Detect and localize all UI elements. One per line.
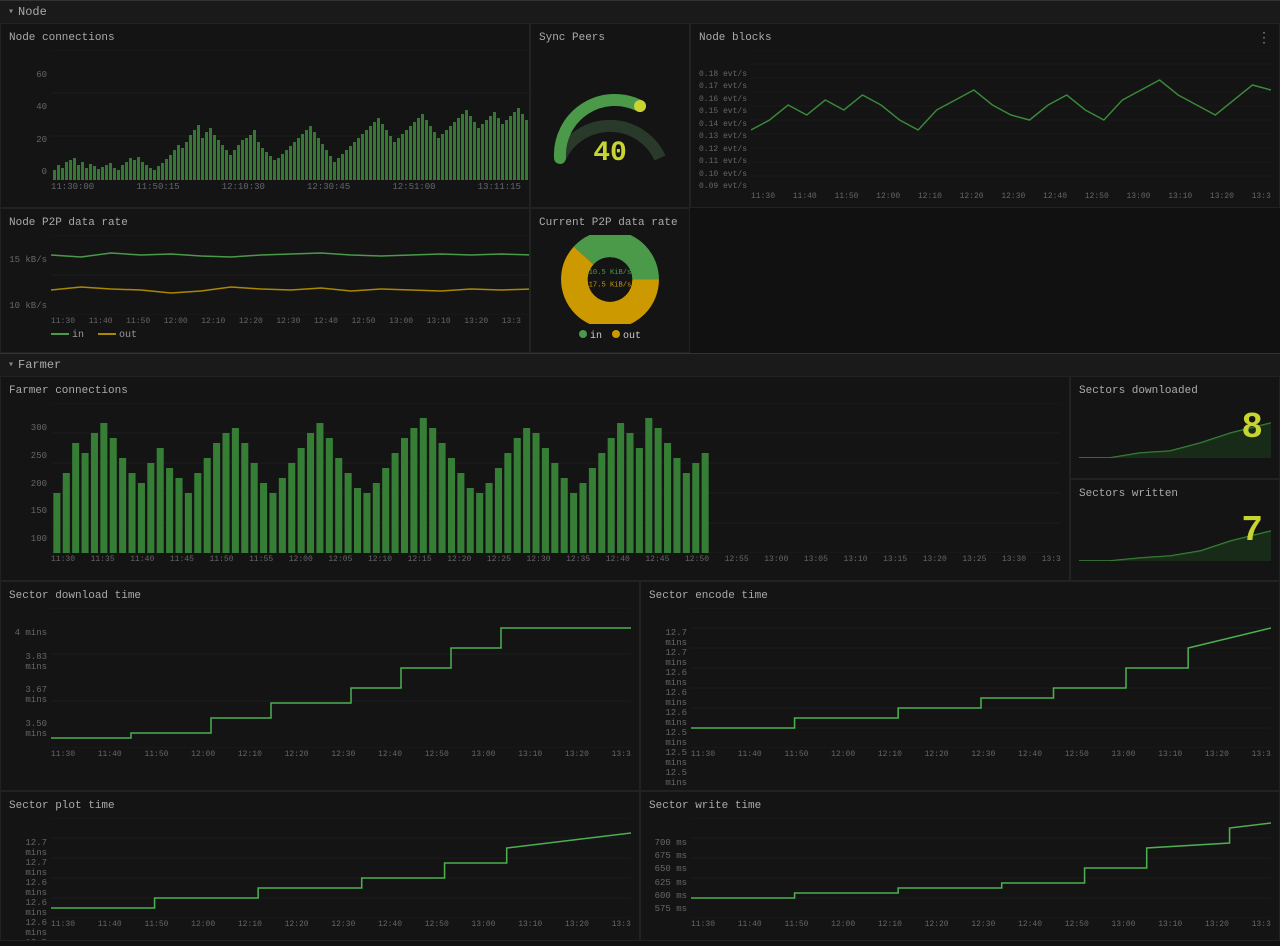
node-p2p-chart: 15 kB/s 10 kB/s 11:30 11:40 11:50 12: xyxy=(9,235,521,341)
sector-write-time-title: Sector write time xyxy=(649,800,1271,812)
sector-plot-time-svg xyxy=(51,818,631,918)
node-connections-svg xyxy=(51,50,530,180)
sector-encode-time-svg-wrap xyxy=(691,608,1271,748)
node-p2p-svg xyxy=(51,235,530,315)
node-p2p-panel: Node P2P data rate 15 kB/s 10 kB/s 11:30 xyxy=(0,208,530,353)
farmer-connections-chart: 300 250 200 150 100 xyxy=(9,403,1061,564)
node-blocks-chart: 0.18 evt/s 0.17 evt/s 0.16 evt/s 0.15 ev… xyxy=(699,50,1271,201)
sector-write-time-y-labels: 700 ms 675 ms 650 ms 625 ms 600 ms 575 m… xyxy=(649,838,691,914)
farmer-connections-svg-wrap xyxy=(51,403,1061,553)
svg-text:10.5 KiB/s: 10.5 KiB/s xyxy=(589,269,632,277)
sector-download-time-chart: 4 mins 3.83 mins 3.67 mins 3.50 mins 11:… xyxy=(9,608,631,759)
current-p2p-pie: 10.5 KiB/s 17.5 KiB/s in out xyxy=(539,235,681,342)
sector-plot-time-y-labels: 12.7 mins 12.7 mins 12.6 mins 12.6 mins … xyxy=(9,838,51,914)
node-blocks-panel: Node blocks ⋮ 0.18 evt/s 0.17 evt/s 0.16… xyxy=(690,23,1280,208)
farmer-row-2: Sector download time 4 mins 3.83 mins 3.… xyxy=(0,581,1280,791)
sector-download-time-title: Sector download time xyxy=(9,590,631,602)
node-p2p-svg-wrap xyxy=(51,235,521,315)
current-p2p-legend: in out xyxy=(579,330,641,342)
sector-write-time-svg xyxy=(691,818,1271,918)
sector-download-time-x-labels: 11:30 11:40 11:50 12:00 12:10 12:20 12:3… xyxy=(9,750,631,759)
sectors-written-title: Sectors written xyxy=(1079,488,1271,500)
node-connections-x-labels: 11:30:00 11:50:15 12:10:30 12:30:45 12:5… xyxy=(9,182,521,192)
sector-encode-time-svg xyxy=(691,608,1271,748)
sector-write-time-svg-wrap xyxy=(691,818,1271,918)
more-button[interactable]: ⋮ xyxy=(1257,30,1271,47)
node-connections-chart: 60 40 20 0 xyxy=(9,50,521,192)
sector-download-time-svg-wrap xyxy=(51,608,631,748)
node-section-header: ▾ Node xyxy=(0,0,1280,23)
sector-encode-time-panel: Sector encode time 12.7 mins 12.7 mins 1… xyxy=(640,581,1280,791)
node-connections-y-labels: 60 40 20 0 xyxy=(9,70,51,177)
farmer-connections-x-labels: 11:30 11:35 11:40 11:45 11:50 11:55 12:0… xyxy=(9,555,1061,564)
sector-plot-time-panel: Sector plot time 12.7 mins 12.7 mins 12.… xyxy=(0,791,640,941)
node-p2p-legend: in out xyxy=(9,330,521,341)
current-p2p-panel: Current P2P data rate 10.5 KiB/s 17.5 Ki… xyxy=(530,208,690,353)
sectors-downloaded-value: 8 xyxy=(1241,407,1263,448)
node-p2p-title: Node P2P data rate xyxy=(9,217,521,229)
sectors-downloaded-title: Sectors downloaded xyxy=(1079,385,1271,397)
sector-plot-time-svg-wrap xyxy=(51,818,631,918)
node-blocks-svg xyxy=(751,50,1271,190)
node-chevron[interactable]: ▾ xyxy=(8,6,14,18)
node-connections-panel: Node connections 60 40 20 0 xyxy=(0,23,530,208)
farmer-row-1: Farmer connections 300 250 200 150 100 xyxy=(0,376,1280,581)
node-p2p-y-labels: 15 kB/s 10 kB/s xyxy=(9,255,51,311)
sector-encode-time-title: Sector encode time xyxy=(649,590,1271,602)
pie-legend-out-dot xyxy=(612,330,620,338)
legend-in-line xyxy=(51,333,69,335)
sectors-written-value: 7 xyxy=(1241,510,1263,551)
node-blocks-svg-wrap xyxy=(751,50,1271,190)
sector-download-time-svg xyxy=(51,608,631,748)
node-blocks-y-labels: 0.18 evt/s 0.17 evt/s 0.16 evt/s 0.15 ev… xyxy=(699,70,751,191)
sector-plot-time-chart: 12.7 mins 12.7 mins 12.6 mins 12.6 mins … xyxy=(9,818,631,929)
sector-download-time-panel: Sector download time 4 mins 3.83 mins 3.… xyxy=(0,581,640,791)
legend-out-line xyxy=(98,333,116,335)
farmer-connections-y-labels: 300 250 200 150 100 xyxy=(9,423,51,544)
sector-download-time-y-labels: 4 mins 3.83 mins 3.67 mins 3.50 mins xyxy=(9,628,51,739)
farmer-section-header: ▾ Farmer xyxy=(0,353,1280,376)
sectors-downloaded-panel: Sectors downloaded 8 xyxy=(1070,376,1280,479)
farmer-connections-title: Farmer connections xyxy=(9,385,1061,397)
farmer-connections-panel: Farmer connections 300 250 200 150 100 xyxy=(0,376,1070,581)
sync-peers-value: 40 xyxy=(593,138,627,169)
sector-write-time-x-labels: 11:30 11:40 11:50 12:00 12:10 12:20 12:3… xyxy=(649,920,1271,929)
node-blocks-x-labels: 11:30 11:40 11:50 12:00 12:10 12:20 12:3… xyxy=(699,192,1271,201)
node-connections-svg-wrap xyxy=(51,50,521,180)
farmer-section-label: Farmer xyxy=(18,358,61,372)
current-p2p-title: Current P2P data rate xyxy=(539,217,681,229)
sync-peers-gauge: 40 xyxy=(539,50,681,197)
sectors-column: Sectors downloaded 8 Sectors written 7 xyxy=(1070,376,1280,581)
farmer-connections-svg xyxy=(51,403,1061,553)
farmer-chevron[interactable]: ▾ xyxy=(8,359,14,371)
sector-plot-time-x-labels: 11:30 11:40 11:50 12:00 12:10 12:20 12:3… xyxy=(9,920,631,929)
farmer-row-3: Sector plot time 12.7 mins 12.7 mins 12.… xyxy=(0,791,1280,941)
sync-peers-title: Sync Peers xyxy=(539,32,681,44)
sectors-written-panel: Sectors written 7 xyxy=(1070,479,1280,582)
sync-peers-panel: Sync Peers 40 xyxy=(530,23,690,208)
node-blocks-spacer xyxy=(690,208,1280,353)
sector-plot-time-title: Sector plot time xyxy=(9,800,631,812)
sector-encode-time-y-labels: 12.7 mins 12.7 mins 12.6 mins 12.6 mins … xyxy=(649,628,691,739)
svg-text:17.5 KiB/s: 17.5 KiB/s xyxy=(589,282,632,290)
current-p2p-svg: 10.5 KiB/s 17.5 KiB/s xyxy=(560,235,660,324)
node-p2p-x-labels: 11:30 11:40 11:50 12:00 12:10 12:20 12:3… xyxy=(9,317,521,326)
pie-legend-in-dot xyxy=(579,330,587,338)
node-connections-title: Node connections xyxy=(9,32,521,44)
sector-write-time-chart: 700 ms 675 ms 650 ms 625 ms 600 ms 575 m… xyxy=(649,818,1271,929)
node-row-2: Node P2P data rate 15 kB/s 10 kB/s 11:30 xyxy=(0,208,1280,353)
node-row-1: Node connections 60 40 20 0 xyxy=(0,23,1280,208)
sector-write-time-panel: Sector write time 700 ms 675 ms 650 ms 6… xyxy=(640,791,1280,941)
sector-encode-time-x-labels: 11:30 11:40 11:50 12:00 12:10 12:20 12:3… xyxy=(649,750,1271,759)
node-section-label: Node xyxy=(18,5,47,19)
sector-encode-time-chart: 12.7 mins 12.7 mins 12.6 mins 12.6 mins … xyxy=(649,608,1271,759)
node-blocks-title: Node blocks xyxy=(699,32,1271,44)
